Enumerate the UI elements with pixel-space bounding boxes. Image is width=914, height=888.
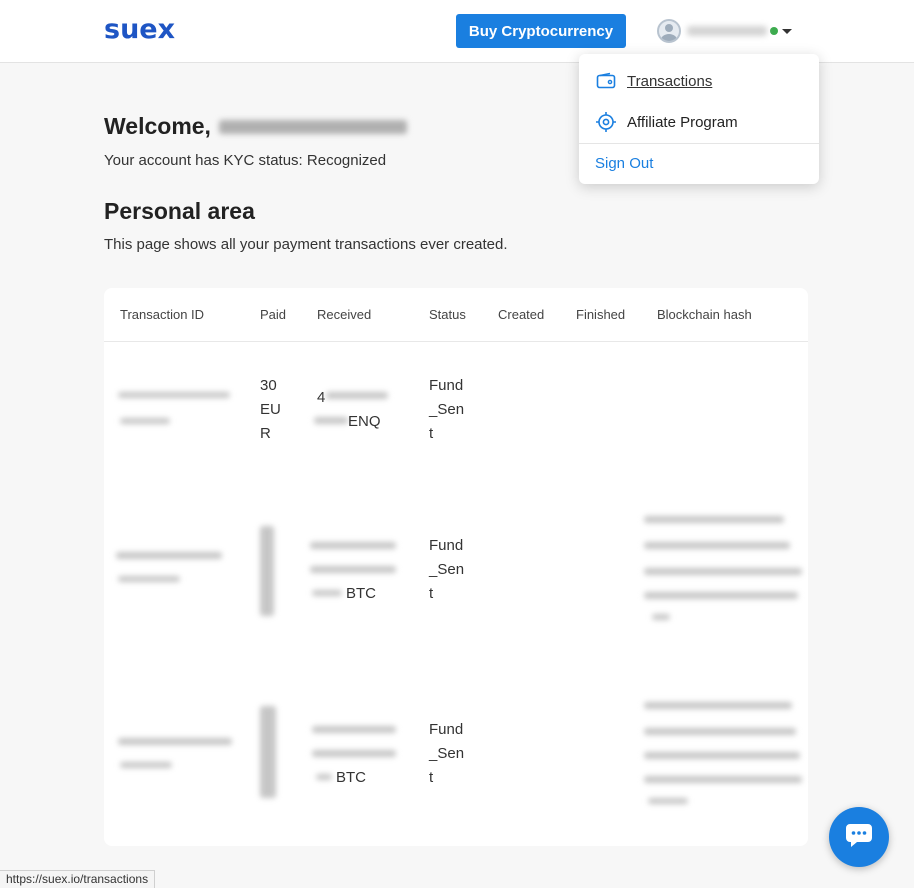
chat-widget-button[interactable]	[829, 807, 889, 867]
received-amount-redacted	[310, 566, 396, 573]
received-currency: BTC	[346, 585, 376, 602]
welcome-heading: Welcome,	[104, 113, 407, 140]
online-status-dot	[770, 27, 778, 35]
buy-cryptocurrency-button[interactable]: Buy Cryptocurrency	[456, 14, 626, 48]
menu-item-affiliate-program[interactable]: Affiliate Program	[595, 111, 738, 133]
transaction-id-redacted	[118, 576, 180, 582]
paid-value-redacted	[260, 706, 276, 798]
suex-logo[interactable]: suex	[104, 16, 175, 44]
user-name-redacted	[218, 119, 407, 134]
column-transaction-id: Transaction ID	[120, 307, 205, 322]
status-value: Fund_Sent	[429, 377, 465, 442]
user-dropdown-menu: Transactions Affiliate Program Sign Out	[579, 54, 819, 184]
username-redacted	[687, 26, 767, 36]
blockchain-hash-redacted	[648, 798, 688, 804]
blockchain-hash-redacted	[644, 542, 790, 549]
status-value: Fund_Sent	[429, 537, 465, 602]
received-amount-redacted	[312, 726, 396, 733]
column-blockchain-hash: Blockchain hash	[657, 307, 752, 322]
transaction-id-redacted	[120, 418, 170, 424]
column-paid: Paid	[260, 307, 287, 322]
blockchain-hash-redacted	[644, 592, 798, 599]
paid-value-redacted	[260, 526, 274, 616]
transaction-id-redacted	[118, 738, 232, 745]
blockchain-hash-redacted	[644, 752, 800, 759]
received-amount-redacted	[316, 774, 332, 780]
received-amount-redacted	[310, 542, 396, 549]
transactions-table: Transaction ID Paid Received Status Crea…	[104, 288, 808, 846]
column-finished: Finished	[576, 307, 626, 322]
received-amount-prefix: 4	[317, 389, 326, 406]
column-received: Received	[317, 307, 372, 322]
table-header: Transaction ID Paid Received Status Crea…	[104, 288, 808, 342]
blockchain-hash-redacted	[644, 516, 784, 523]
menu-divider	[579, 143, 819, 144]
received-amount-redacted	[312, 590, 342, 596]
personal-area-description: This page shows all your payment transac…	[104, 236, 508, 253]
welcome-greeting: Welcome,	[104, 113, 211, 139]
chat-icon	[844, 821, 874, 854]
transaction-id-redacted	[118, 392, 230, 398]
transaction-id-redacted	[116, 552, 222, 559]
user-avatar-icon	[657, 19, 681, 43]
blockchain-hash-redacted	[644, 728, 796, 735]
target-icon	[595, 111, 617, 133]
received-amount-redacted	[326, 392, 388, 399]
kyc-status-text: Your account has KYC status: Recognized	[104, 152, 387, 169]
received-currency: BTC	[336, 769, 366, 786]
received-amount-redacted	[314, 417, 348, 424]
status-value: Fund_Sent	[429, 721, 465, 786]
wallet-icon	[595, 70, 617, 92]
paid-value: 30 EUR	[260, 377, 281, 442]
blockchain-hash-redacted	[652, 614, 670, 620]
sign-out-link[interactable]: Sign Out	[595, 155, 653, 172]
blockchain-hash-redacted	[644, 702, 792, 709]
received-amount-redacted	[312, 750, 396, 757]
column-created: Created	[498, 307, 545, 322]
menu-item-affiliate-label: Affiliate Program	[627, 113, 738, 131]
user-menu-toggle[interactable]	[657, 17, 792, 45]
column-status: Status	[429, 307, 466, 322]
blockchain-hash-redacted	[644, 568, 802, 575]
blockchain-hash-redacted	[644, 776, 802, 783]
menu-item-transactions[interactable]: Transactions	[595, 70, 712, 92]
chevron-down-icon	[782, 28, 792, 34]
received-currency: ENQ	[348, 413, 381, 430]
personal-area-title: Personal area	[104, 198, 255, 224]
browser-status-url: https://suex.io/transactions	[0, 870, 156, 888]
menu-item-transactions-label: Transactions	[627, 72, 713, 90]
transaction-id-redacted	[120, 762, 172, 768]
